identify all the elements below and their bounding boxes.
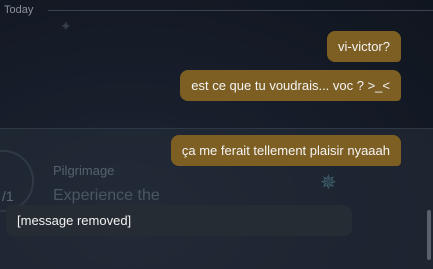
sparkle-icon: ✦ — [60, 18, 72, 34]
date-divider-line — [48, 10, 433, 11]
background-counter: /1 — [2, 188, 14, 204]
scrollbar-thumb[interactable] — [427, 210, 431, 260]
message-outgoing[interactable]: ça me ferait tellement plaisir nyaaah — [170, 135, 401, 166]
background-card-title: Experience the — [53, 187, 160, 204]
message-text: vi-victor? — [337, 39, 390, 54]
date-divider: Today — [0, 4, 433, 16]
message-outgoing[interactable]: vi-victor? — [326, 31, 401, 62]
star-icon: ✵ — [320, 172, 337, 194]
background-card-subtitle: Pilgrimage — [53, 163, 115, 178]
message-text: ça me ferait tellement plaisir nyaaah — [181, 143, 390, 158]
message-text: [message removed] — [17, 213, 132, 228]
message-outgoing[interactable]: est ce que tu voudrais... voc ? >_< — [180, 70, 401, 101]
message-text: est ce que tu voudrais... voc ? >_< — [191, 78, 390, 93]
message-incoming[interactable]: [message removed] — [6, 205, 352, 236]
date-divider-label: Today — [4, 4, 34, 16]
